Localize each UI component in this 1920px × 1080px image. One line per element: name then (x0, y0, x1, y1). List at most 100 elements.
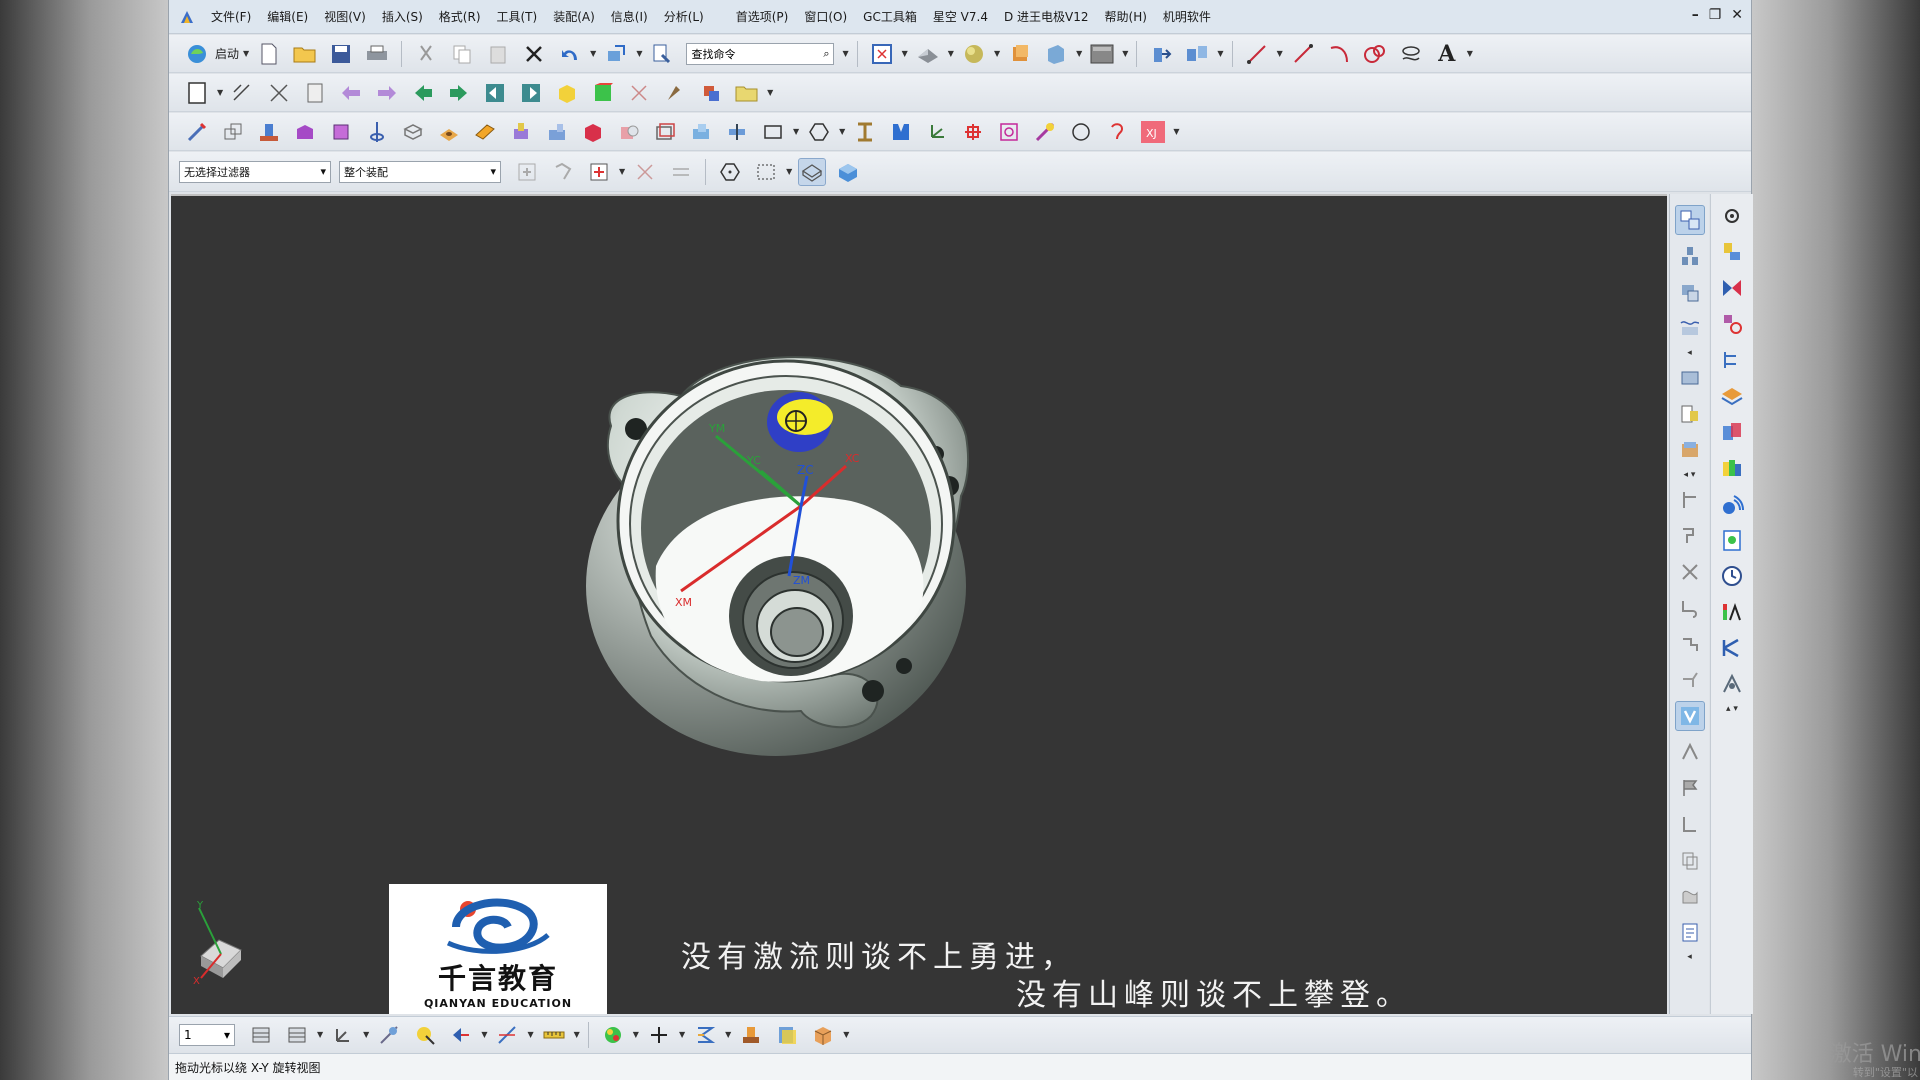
history-icon[interactable] (1675, 435, 1705, 465)
boss-icon[interactable] (471, 118, 499, 146)
sketch-icon[interactable] (183, 118, 211, 146)
graphics-viewport[interactable]: YM YC ZC XC XM ZM Y X 千言教育 QIANYAN EDUCA… (171, 194, 1667, 1014)
line-icon[interactable] (1243, 40, 1271, 68)
assembly-scope-dropdown[interactable]: 整个装配 ▾ (339, 160, 501, 183)
expression-icon[interactable] (691, 1021, 719, 1049)
menu-xingkong[interactable]: 星空 V7.4 (925, 8, 996, 25)
layer-settings-icon[interactable] (301, 79, 329, 107)
layers-tool-icon[interactable] (1717, 381, 1747, 411)
chevron-down-icon[interactable]: ▼ (793, 127, 799, 136)
clipboard-icon[interactable] (1717, 525, 1747, 555)
measure-tool-icon[interactable] (540, 1021, 568, 1049)
close-icon[interactable]: ✕ (1731, 7, 1743, 23)
text-icon[interactable]: A (1433, 40, 1461, 68)
open-yellow-folder-icon[interactable] (733, 79, 761, 107)
circle-icon[interactable] (1067, 118, 1095, 146)
print-icon[interactable] (363, 40, 391, 68)
chevron-down-icon[interactable]: ▼ (217, 88, 223, 97)
process-studio-icon[interactable] (1675, 521, 1705, 551)
layer-settings-icon[interactable] (247, 1021, 275, 1049)
hook-curve-icon[interactable] (1103, 118, 1131, 146)
minimize-icon[interactable]: – (1692, 7, 1699, 23)
select-all-icon[interactable] (513, 158, 541, 186)
feature-tool-a-icon[interactable] (1717, 237, 1747, 267)
chevron-down-icon[interactable]: ▼ (363, 1030, 369, 1039)
settings-gear-icon[interactable] (1717, 201, 1747, 231)
brush-icon[interactable] (661, 79, 689, 107)
chevron-down-icon[interactable]: ▼ (633, 1030, 639, 1039)
kinematic-tool-icon[interactable] (1717, 633, 1747, 663)
part-navigator-icon[interactable] (1675, 277, 1705, 307)
chevron-down-icon[interactable]: ▼ (1217, 49, 1223, 58)
reuse-library-icon[interactable] (1675, 313, 1705, 343)
chevron-down-icon[interactable]: ▼ (843, 1030, 849, 1039)
search-icon[interactable]: ⌕ (823, 47, 829, 61)
intersect-icon[interactable] (651, 118, 679, 146)
menu-gc-toolbox[interactable]: GC工具箱 (855, 8, 925, 25)
polygon-icon[interactable] (805, 118, 833, 146)
system-materials-icon[interactable] (1675, 485, 1705, 515)
link-tool-icon[interactable] (1717, 309, 1747, 339)
chevron-down-icon[interactable]: ▼ (1277, 49, 1283, 58)
menu-format[interactable]: 格式(R) (431, 8, 489, 25)
web-browser-icon[interactable] (1675, 399, 1705, 429)
next-icon[interactable] (445, 79, 473, 107)
menu-help[interactable]: 帮助(H) (1097, 8, 1155, 25)
tools-icon[interactable] (1031, 118, 1059, 146)
arrow-right-icon[interactable] (373, 79, 401, 107)
chevron-down-icon[interactable]: ▼ (590, 49, 596, 58)
package-icon[interactable] (809, 1021, 837, 1049)
view-layout-icon[interactable] (1042, 40, 1070, 68)
motion-tool-icon[interactable] (1717, 669, 1747, 699)
u-channel-icon[interactable] (887, 118, 915, 146)
datum-plane-icon[interactable] (219, 118, 247, 146)
hd3d-tools-icon[interactable] (1675, 363, 1705, 393)
menu-electrode[interactable]: D 进王电极V12 (996, 8, 1097, 25)
hole-icon[interactable] (435, 118, 463, 146)
new-file-icon[interactable] (255, 40, 283, 68)
menu-view[interactable]: 视图(V) (316, 8, 374, 25)
chevron-left-icon[interactable]: ◂ (1687, 348, 1692, 358)
color-palette-icon[interactable] (599, 1021, 627, 1049)
xj-plugin-icon[interactable]: XJ (1139, 118, 1167, 146)
shell-icon[interactable] (399, 118, 427, 146)
command-search-input[interactable]: 查找命令 ⌕ (686, 42, 835, 65)
menu-insert[interactable]: 插入(S) (374, 8, 431, 25)
visual-reporting-icon[interactable] (1674, 701, 1705, 731)
orient-view-icon[interactable] (1006, 40, 1034, 68)
menu-analysis[interactable]: 分析(L) (656, 8, 712, 25)
layer-category-icon[interactable] (283, 1021, 311, 1049)
chevron-down-icon[interactable]: ▼ (679, 1030, 685, 1039)
chevron-down-icon[interactable]: ▼ (786, 167, 792, 176)
chevron-down-icon[interactable]: ▼ (527, 1030, 533, 1039)
unite-icon[interactable] (579, 118, 607, 146)
chevron-down-icon[interactable]: ▼ (839, 127, 845, 136)
flag-icon[interactable] (1675, 773, 1705, 803)
measure-distance-icon[interactable] (229, 79, 257, 107)
previous-icon[interactable] (409, 79, 437, 107)
view-direction-icon[interactable] (447, 1021, 475, 1049)
hierarchy-tool-icon[interactable] (1717, 345, 1747, 375)
save-icon[interactable] (327, 40, 355, 68)
manufacturing-wizard-icon[interactable] (1675, 593, 1705, 623)
info-wireless-icon[interactable] (1717, 489, 1747, 519)
template-a-icon[interactable] (1675, 809, 1705, 839)
delete-icon[interactable] (520, 40, 548, 68)
system-scene-icon[interactable] (1675, 665, 1705, 695)
basic-curve-icon[interactable] (1289, 40, 1317, 68)
clock-icon[interactable] (1717, 561, 1747, 591)
csys-icon[interactable] (923, 118, 951, 146)
cube-icon[interactable] (327, 118, 355, 146)
shaded-view-icon[interactable] (834, 158, 862, 186)
revolve-icon[interactable] (363, 118, 391, 146)
chevron-down-icon[interactable]: ▼ (842, 49, 848, 58)
paste-icon[interactable] (484, 40, 512, 68)
chevron-expand-icon[interactable]: ▴ ▾ (1726, 704, 1738, 714)
start-label[interactable]: 启动 (215, 45, 239, 62)
edit-object-icon[interactable] (411, 1021, 439, 1049)
subtract-icon[interactable] (615, 118, 643, 146)
deselect-icon[interactable] (549, 158, 577, 186)
menu-information[interactable]: 信息(I) (603, 8, 656, 25)
circle-curve-icon[interactable] (1361, 40, 1389, 68)
extrude-icon[interactable] (255, 118, 283, 146)
